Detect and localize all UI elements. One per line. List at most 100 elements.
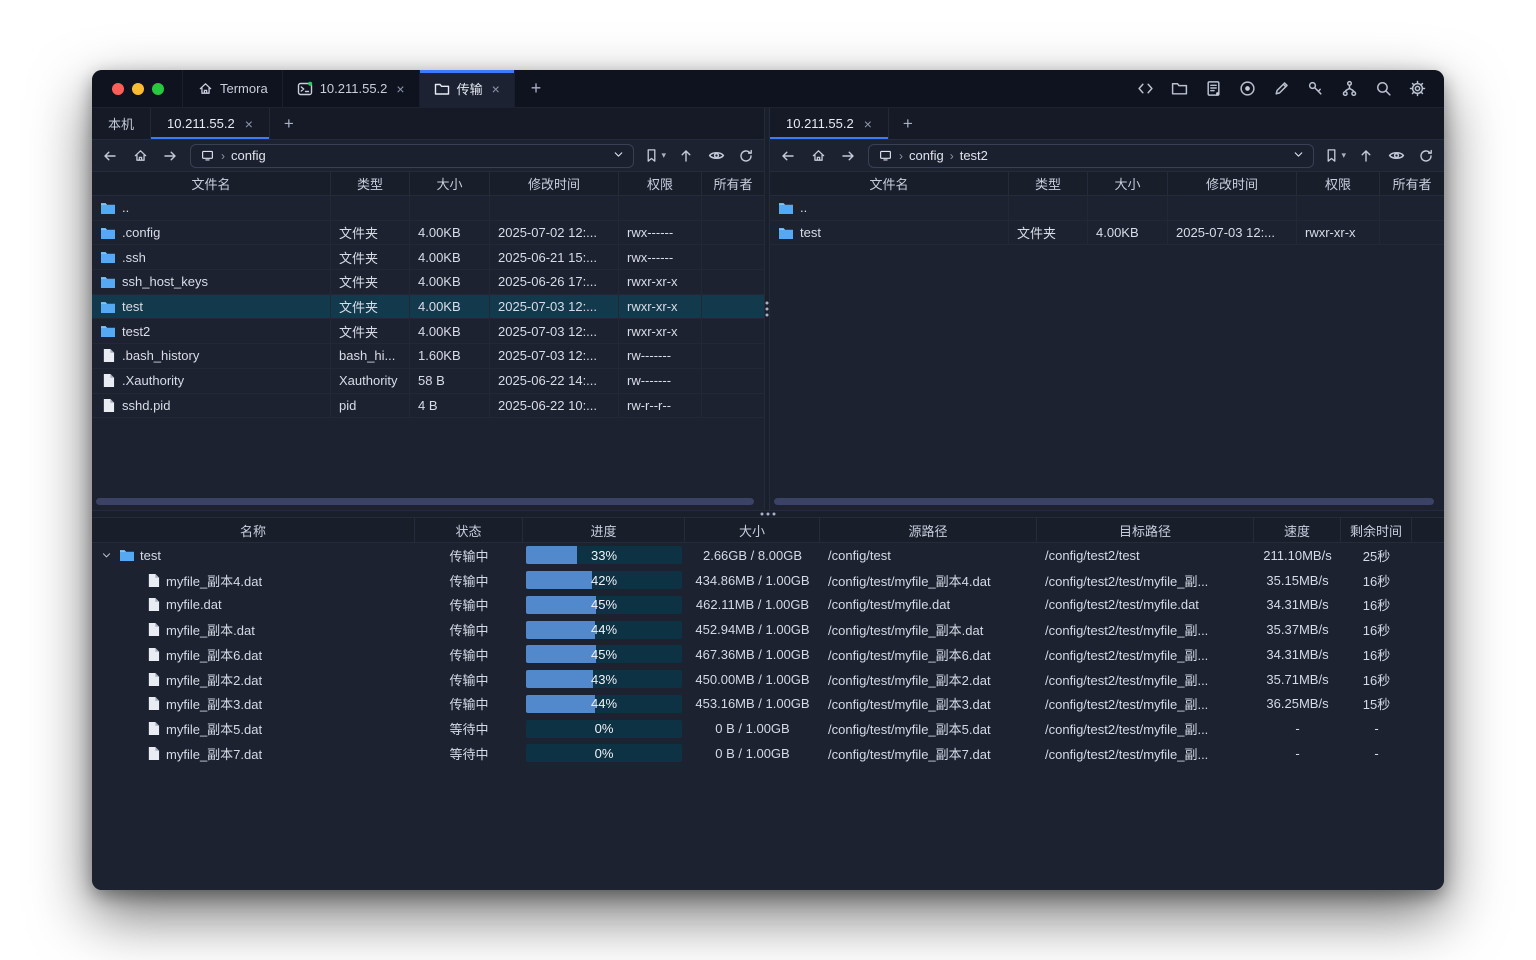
transfer-row[interactable]: myfile_副本6.dat 传输中 45% 467.36MB / 1.00GB…	[92, 642, 1444, 667]
transfer-row[interactable]: myfile_副本7.dat 等待中 0% 0 B / 1.00GB /conf…	[92, 741, 1444, 766]
back-button[interactable]	[778, 146, 798, 166]
table-row[interactable]: sshd.pid pid 4 B 2025-06-22 10:... rw-r-…	[92, 394, 764, 419]
branch-icon[interactable]	[1341, 80, 1358, 97]
maximize-window-button[interactable]	[152, 83, 164, 95]
bookmark-button[interactable]: ▾	[644, 148, 666, 163]
horizontal-scrollbar[interactable]	[96, 498, 754, 505]
table-row[interactable]: ssh_host_keys 文件夹 4.00KB 2025-06-26 17:.…	[92, 270, 764, 295]
show-hidden-files-button[interactable]	[1386, 146, 1406, 166]
edit-icon[interactable]	[1273, 80, 1290, 97]
transfer-row[interactable]: myfile_副本.dat 传输中 44% 452.94MB / 1.00GB …	[92, 617, 1444, 642]
close-icon[interactable]: ×	[864, 116, 872, 132]
column-header[interactable]: 类型	[331, 172, 410, 195]
horizontal-scrollbar[interactable]	[774, 498, 1434, 505]
new-panel-tab-button[interactable]: +	[270, 108, 308, 139]
search-icon[interactable]	[1375, 80, 1392, 97]
upload-button[interactable]	[676, 146, 696, 166]
file-owner	[702, 196, 764, 220]
column-header[interactable]: 源路径	[820, 518, 1037, 542]
code-icon[interactable]	[1137, 80, 1154, 97]
back-button[interactable]	[100, 146, 120, 166]
transfer-row[interactable]: myfile_副本3.dat 传输中 44% 453.16MB / 1.00GB…	[92, 692, 1444, 717]
tab-remote-host[interactable]: 10.211.55.2 ×	[151, 108, 270, 139]
caret-down-icon[interactable]: ▾	[661, 150, 666, 161]
log-icon[interactable]	[1205, 80, 1222, 97]
home-button[interactable]	[808, 146, 828, 166]
close-icon[interactable]: ×	[396, 81, 404, 97]
column-header[interactable]: 修改时间	[490, 172, 619, 195]
column-header[interactable]: 大小	[410, 172, 490, 195]
column-header[interactable]: 目标路径	[1037, 518, 1254, 542]
right-file-table: 文件名 类型 大小 修改时间 权限 所有者	[770, 172, 1444, 510]
transfer-row[interactable]: myfile_副本5.dat 等待中 0% 0 B / 1.00GB /conf…	[92, 716, 1444, 741]
upload-button[interactable]	[1356, 146, 1376, 166]
folder-icon[interactable]	[1171, 80, 1188, 97]
table-row[interactable]: .ssh 文件夹 4.00KB 2025-06-21 15:... rwx---…	[92, 245, 764, 270]
transfer-row[interactable]: myfile_副本4.dat 传输中 42% 434.86MB / 1.00GB…	[92, 568, 1444, 593]
table-row[interactable]: .Xauthority Xauthority 58 B 2025-06-22 1…	[92, 369, 764, 394]
key-icon[interactable]	[1307, 80, 1324, 97]
column-header[interactable]: 修改时间	[1168, 172, 1297, 195]
transfer-panel-splitter[interactable]	[92, 510, 1444, 518]
column-header[interactable]: 权限	[619, 172, 702, 195]
new-panel-tab-button[interactable]: +	[889, 108, 927, 139]
bookmark-button[interactable]: ▾	[1324, 148, 1346, 163]
column-header[interactable]: 大小	[685, 518, 820, 542]
tab-termora[interactable]: Termora	[182, 70, 283, 107]
column-header[interactable]: 权限	[1297, 172, 1380, 195]
forward-button[interactable]	[838, 146, 858, 166]
minimize-window-button[interactable]	[132, 83, 144, 95]
tab-transfer[interactable]: 传输 ×	[420, 70, 515, 107]
show-hidden-files-button[interactable]	[706, 146, 726, 166]
new-tab-button[interactable]: +	[515, 70, 558, 107]
path-breadcrumb[interactable]: › config › test2	[868, 144, 1314, 168]
transfer-source-path: /config/test/myfile_副本7.dat	[820, 741, 1037, 766]
refresh-button[interactable]	[1416, 146, 1436, 166]
close-icon[interactable]: ×	[492, 81, 500, 97]
table-row[interactable]: ..	[770, 196, 1444, 221]
tab-remote-host[interactable]: 10.211.55.2 ×	[770, 108, 889, 139]
column-header[interactable]: 大小	[1088, 172, 1168, 195]
table-row[interactable]: test2 文件夹 4.00KB 2025-07-03 12:... rwxr-…	[92, 319, 764, 344]
table-row[interactable]: test 文件夹 4.00KB 2025-07-03 12:... rwxr-x…	[770, 221, 1444, 246]
table-row[interactable]: test 文件夹 4.00KB 2025-07-03 12:... rwxr-x…	[92, 295, 764, 320]
breadcrumb-segment[interactable]: config	[231, 148, 266, 163]
transfer-row[interactable]: myfile_副本2.dat 传输中 43% 450.00MB / 1.00GB…	[92, 667, 1444, 692]
caret-down-icon[interactable]: ▾	[1341, 150, 1346, 161]
column-header[interactable]: 状态	[415, 518, 523, 542]
column-header[interactable]: 类型	[1009, 172, 1088, 195]
column-header[interactable]: 文件名	[770, 172, 1009, 195]
close-window-button[interactable]	[112, 83, 124, 95]
column-header[interactable]: 剩余时间	[1341, 518, 1412, 542]
transfer-row[interactable]: myfile.dat 传输中 45% 462.11MB / 1.00GB /co…	[92, 593, 1444, 618]
breadcrumb-segment[interactable]: config	[909, 148, 944, 163]
transfer-size: 462.11MB / 1.00GB	[685, 593, 820, 618]
refresh-button[interactable]	[736, 146, 756, 166]
settings-icon[interactable]	[1409, 80, 1426, 97]
record-icon[interactable]	[1239, 80, 1256, 97]
transfer-status: 传输中	[415, 642, 523, 667]
file-icon	[145, 745, 161, 761]
tab-host-session[interactable]: 10.211.55.2 ×	[283, 70, 420, 107]
transfer-row[interactable]: test 传输中 33% 2.66GB / 8.00GB /config/tes…	[92, 543, 1444, 568]
transfer-row-spacer	[1412, 642, 1444, 667]
forward-button[interactable]	[160, 146, 180, 166]
table-row[interactable]: .bash_history bash_hi... 1.60KB 2025-07-…	[92, 344, 764, 369]
home-button[interactable]	[130, 146, 150, 166]
path-breadcrumb[interactable]: › config	[190, 144, 634, 168]
table-row[interactable]: ..	[92, 196, 764, 221]
column-header[interactable]: 文件名	[92, 172, 331, 195]
breadcrumb-segment[interactable]: test2	[960, 148, 988, 163]
chevron-down-icon[interactable]	[98, 550, 114, 561]
close-icon[interactable]: ×	[245, 116, 253, 132]
column-header[interactable]: 所有者	[702, 172, 764, 195]
progress-bar: 44%	[526, 695, 682, 713]
column-header[interactable]: 速度	[1254, 518, 1341, 542]
column-header[interactable]: 所有者	[1380, 172, 1444, 195]
chevron-down-icon[interactable]	[1292, 148, 1305, 164]
column-header[interactable]: 名称	[92, 518, 415, 542]
column-header[interactable]: 进度	[523, 518, 685, 542]
tab-local[interactable]: 本机	[92, 108, 151, 139]
chevron-down-icon[interactable]	[612, 148, 625, 164]
table-row[interactable]: .config 文件夹 4.00KB 2025-07-02 12:... rwx…	[92, 221, 764, 246]
